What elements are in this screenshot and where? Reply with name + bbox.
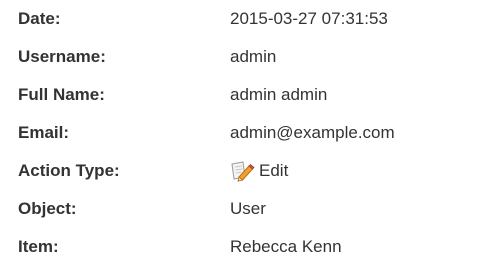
row-full-name: Full Name: admin admin	[0, 76, 481, 114]
row-object: Object: User	[0, 190, 481, 228]
action-type-label: Action Type:	[18, 161, 120, 180]
row-action-type: Action Type: Edit	[0, 152, 481, 190]
row-email: Email: admin@example.com	[0, 114, 481, 152]
full-name-value: admin admin	[230, 85, 328, 104]
row-item: Item: Rebecca Kenn	[0, 228, 481, 266]
action-type-text: Edit	[259, 161, 289, 180]
full-name-label: Full Name:	[18, 85, 105, 104]
email-value: admin@example.com	[230, 123, 395, 142]
username-value: admin	[230, 47, 277, 66]
log-details: Date: 2015-03-27 07:31:53 Username: admi…	[0, 0, 481, 270]
row-username: Username: admin	[0, 38, 481, 76]
action-type-value: Edit	[230, 152, 288, 190]
edit-icon	[229, 160, 255, 182]
row-date: Date: 2015-03-27 07:31:53	[0, 0, 481, 38]
date-value: 2015-03-27 07:31:53	[230, 9, 388, 28]
item-value: Rebecca Kenn	[230, 237, 342, 256]
item-label: Item:	[18, 237, 59, 256]
username-label: Username:	[18, 47, 106, 66]
date-label: Date:	[18, 9, 61, 28]
object-value: User	[230, 199, 266, 218]
email-label: Email:	[18, 123, 70, 142]
object-label: Object:	[18, 199, 77, 218]
